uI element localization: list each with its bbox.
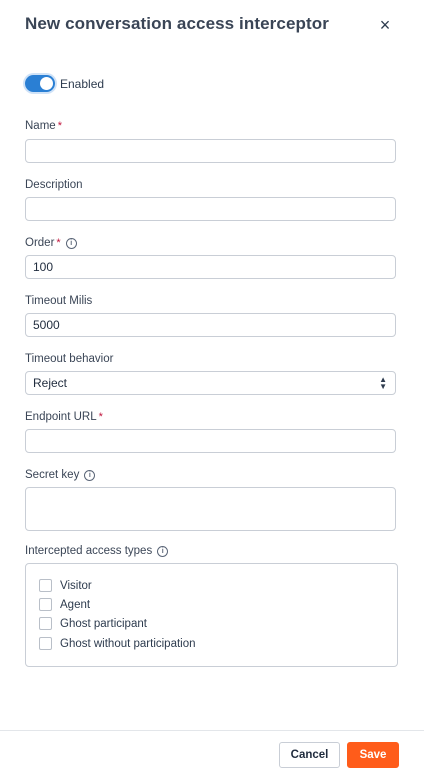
intercepted-types-label-text: Intercepted access types <box>25 545 153 557</box>
name-label-text: Name <box>25 120 56 132</box>
endpoint-url-input[interactable] <box>25 429 396 453</box>
timeout-behavior-value: Reject <box>33 376 68 390</box>
toggle-knob <box>40 77 53 90</box>
select-arrows-icon: ▲ ▼ <box>379 375 387 391</box>
timeout-milis-label-text: Timeout Milis <box>25 295 93 307</box>
enabled-toggle[interactable] <box>25 75 55 92</box>
checkbox-label: Visitor <box>60 579 92 592</box>
footer-divider <box>0 730 424 731</box>
secret-key-label: Secret key i <box>25 469 96 481</box>
description-input[interactable] <box>25 197 396 221</box>
timeout-behavior-label-text: Timeout behavior <box>25 353 114 365</box>
description-label-text: Description <box>25 179 83 191</box>
intercepted-types-label: Intercepted access types i <box>25 545 169 557</box>
endpoint-url-label-text: Endpoint URL <box>25 411 97 423</box>
required-mark: * <box>56 237 61 249</box>
secret-key-label-text: Secret key <box>25 469 80 481</box>
save-button[interactable]: Save <box>347 742 399 768</box>
intercepted-types-box: Visitor Agent Ghost participant Ghost wi… <box>25 563 398 667</box>
order-label-text: Order <box>25 237 55 249</box>
checkbox-icon[interactable] <box>39 579 52 592</box>
order-input[interactable]: 100 <box>25 255 396 279</box>
timeout-milis-input[interactable]: 5000 <box>25 313 396 337</box>
checkbox-icon[interactable] <box>39 617 52 630</box>
description-label: Description <box>25 179 83 191</box>
info-icon[interactable]: i <box>65 237 77 249</box>
timeout-milis-label: Timeout Milis <box>25 295 92 307</box>
name-input[interactable] <box>25 139 396 163</box>
checkbox-icon[interactable] <box>39 598 52 611</box>
checkbox-ghost-participant[interactable]: Ghost participant <box>39 617 147 630</box>
required-mark: * <box>57 120 62 132</box>
enabled-toggle-row: Enabled <box>25 75 104 92</box>
checkbox-icon[interactable] <box>39 637 52 650</box>
checkbox-label: Ghost participant <box>60 617 147 630</box>
order-label: Order * i <box>25 237 77 249</box>
name-label: Name * <box>25 120 62 132</box>
checkbox-label: Ghost without participation <box>60 637 196 650</box>
required-mark: * <box>98 411 103 423</box>
close-icon[interactable]: × <box>372 12 398 38</box>
page-title: New conversation access interceptor <box>25 14 329 33</box>
cancel-button[interactable]: Cancel <box>279 742 340 768</box>
checkbox-agent[interactable]: Agent <box>39 598 90 611</box>
info-icon[interactable]: i <box>84 469 96 481</box>
timeout-behavior-select[interactable]: Reject ▲ ▼ <box>25 371 396 395</box>
checkbox-visitor[interactable]: Visitor <box>39 579 92 592</box>
secret-key-textarea[interactable] <box>25 487 396 531</box>
enabled-label: Enabled <box>60 76 105 91</box>
checkbox-label: Agent <box>60 598 91 611</box>
checkbox-ghost-without-participation[interactable]: Ghost without participation <box>39 637 196 650</box>
info-icon[interactable]: i <box>157 545 169 557</box>
timeout-behavior-label: Timeout behavior <box>25 353 113 365</box>
endpoint-url-label: Endpoint URL * <box>25 411 103 423</box>
